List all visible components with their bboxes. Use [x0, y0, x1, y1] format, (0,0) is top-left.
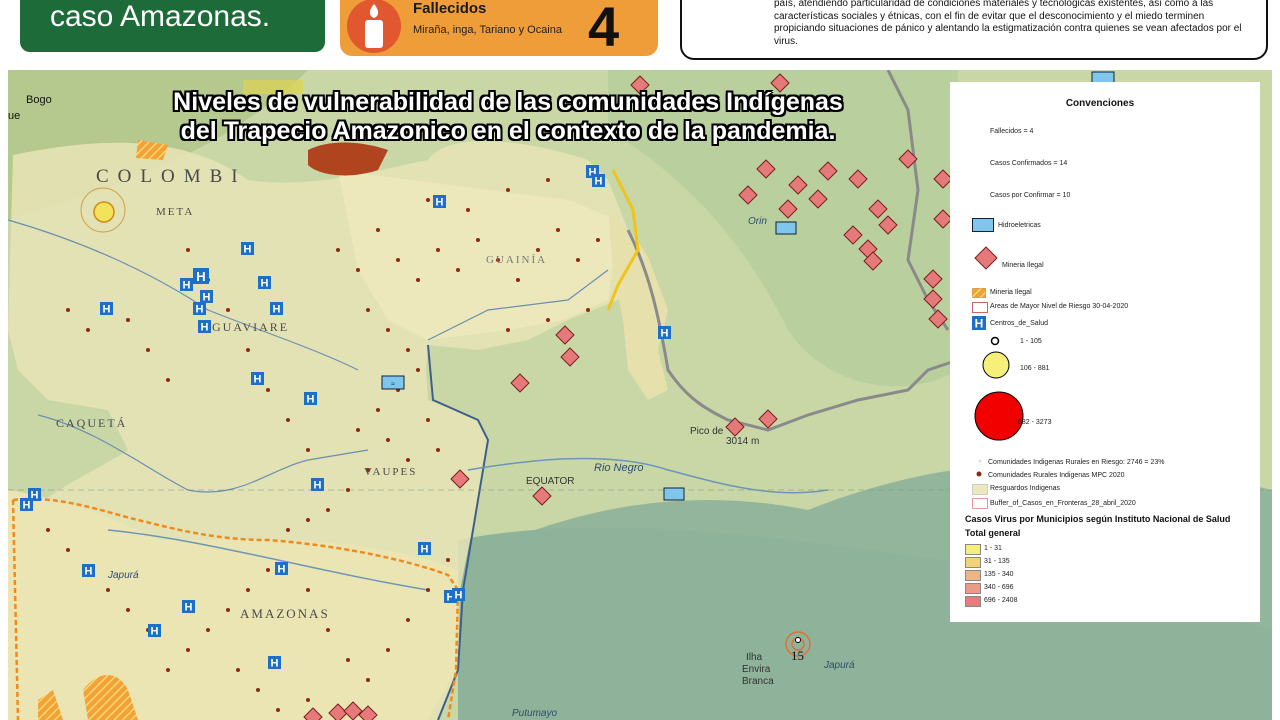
label-edge: ue	[8, 110, 21, 122]
label-guainia: GUAINÍA	[486, 254, 548, 266]
svg-text:H: H	[421, 544, 429, 556]
svg-text:H: H	[23, 500, 31, 512]
legend-mining-diamond: Mineria Ilegal	[1002, 262, 1044, 269]
legend-risk-areas: Areas de Mayor Nivel de Riesgo 30-04-202…	[990, 303, 1129, 310]
legend-class-2: 106 - 881	[1020, 365, 1050, 372]
deaths-groups: Miraña, inga, Tariano y Ocaina	[413, 24, 562, 36]
legend-class-swatch	[965, 557, 981, 568]
svg-text:H: H	[271, 658, 279, 670]
title-banner: caso Amazonas.	[20, 0, 325, 52]
label-meta: META	[156, 206, 195, 218]
svg-text:H: H	[103, 304, 111, 316]
legend-resguardos-swatch	[972, 484, 988, 495]
legend-mining-icon	[974, 246, 998, 270]
label-putumayo: Putumayo	[512, 708, 558, 719]
svg-text:H: H	[85, 566, 93, 578]
svg-text:H: H	[307, 394, 315, 406]
legend-deaths: Fallecidos = 4	[990, 128, 1034, 135]
legend-circle-medium	[982, 351, 1010, 379]
legend-title: Convenciones	[1065, 98, 1135, 109]
svg-text:H: H	[314, 480, 322, 492]
svg-text:H: H	[273, 304, 281, 316]
legend-health: Centros_de_Salud	[990, 320, 1048, 327]
legend-circle-small	[990, 336, 1000, 346]
map-legend: Convenciones Fallecidos = 4 Casos Confir…	[950, 82, 1260, 622]
deaths-count: 4	[588, 0, 620, 58]
marker-15-label: 15	[791, 648, 804, 663]
legend-mining-area: Mineria Ilegal	[990, 289, 1032, 296]
legend-risk-dot	[978, 459, 982, 463]
label-vaupes: VAUPES	[364, 466, 418, 478]
label-japura-west: Japurá	[108, 570, 139, 581]
svg-text:H: H	[196, 304, 204, 316]
legend-class-3: 882 - 3273	[1018, 419, 1052, 426]
svg-text:H: H	[975, 317, 984, 331]
label-pico-alt: 3014 m	[726, 436, 760, 447]
label-equator: EQUATOR	[526, 476, 575, 487]
legend-buffer: Buffer_of_Casos_en_Fronteras_28_abril_20…	[990, 500, 1136, 507]
legend-class-label: 1 - 31	[984, 545, 1002, 552]
label-caqueta: CAQUETÁ	[56, 416, 128, 430]
note-text: país, atendiendo particularidad de condi…	[774, 0, 1242, 47]
legend-circle-large	[974, 391, 1024, 441]
legend-class-label: 135 - 340	[984, 571, 1014, 578]
svg-text:H: H	[455, 590, 463, 602]
label-rio-negro: Rio Negro	[594, 462, 644, 474]
svg-text:H: H	[661, 328, 669, 340]
legend-mpc-dot	[976, 471, 982, 477]
svg-text:H: H	[203, 292, 211, 304]
legend-cases-heading: Casos Virus por Municipios según Institu…	[965, 514, 1231, 524]
svg-text:H: H	[261, 278, 269, 290]
legend-class-label: 31 - 135	[984, 558, 1010, 565]
header: caso Amazonas. Fallecidos Miraña, inga, …	[0, 0, 1280, 68]
label-pico: Pico de	[690, 426, 724, 437]
banner-title: caso Amazonas.	[50, 0, 271, 33]
candle-icon	[347, 0, 401, 53]
svg-text:H: H	[595, 176, 603, 188]
legend-class-1: 1 - 105	[1020, 338, 1042, 345]
legend-class-swatch	[965, 570, 981, 581]
label-bogota: Bogo	[26, 94, 52, 106]
legend-class-swatch	[965, 596, 981, 607]
legend-confirmed: Casos Confirmados = 14	[990, 160, 1068, 167]
legend-health-icon: H	[972, 316, 986, 330]
legend-risk-swatch	[972, 302, 988, 313]
legend-hydro: Hidroeletricas	[998, 222, 1041, 229]
legend-buffer-swatch	[972, 498, 988, 509]
label-guaviare: GUAVIARE	[212, 320, 290, 334]
label-colombia: COLOMBI	[96, 166, 247, 187]
legend-class-swatch	[965, 544, 981, 555]
label-ilha-1: Ilha	[746, 652, 763, 663]
label-amazonas: AMAZONAS	[240, 606, 330, 621]
svg-text:H: H	[278, 564, 286, 576]
svg-text:H: H	[244, 244, 252, 256]
label-japura: Japurá	[824, 660, 855, 671]
label-orinoco: Orin	[748, 216, 767, 227]
svg-text:H: H	[196, 269, 205, 284]
svg-text:H: H	[436, 197, 444, 209]
label-ilha-2: Envira	[742, 664, 771, 675]
map-title: Niveles de vulnerabilidad de las comunid…	[173, 88, 843, 145]
svg-text:H: H	[151, 626, 159, 638]
legend-mining-hatch	[972, 288, 986, 298]
legend-class-swatch	[965, 583, 981, 594]
legend-class-label: 340 - 696	[984, 584, 1014, 591]
svg-text:≈: ≈	[391, 381, 395, 388]
legend-class-label: 696 - 2408	[984, 597, 1018, 604]
svg-text:H: H	[254, 374, 262, 386]
vulnerability-map: H H H H H H H H H H H H H H H H H H H H …	[8, 70, 1272, 720]
label-ilha-3: Branca	[742, 676, 774, 687]
svg-text:H: H	[183, 280, 191, 292]
legend-risk-communities: Comunidades Indigenas Rurales en Riesgo:…	[988, 459, 1165, 466]
legend-hydro-icon	[972, 218, 994, 232]
legend-mpc: Comunidades Rurales Indigenas MPC 2020	[988, 472, 1125, 479]
note-box: país, atendiendo particularidad de condi…	[680, 0, 1268, 60]
legend-pending: Casos por Confirmar = 10	[990, 192, 1071, 199]
svg-text:H: H	[185, 602, 193, 614]
legend-resguardos: Resguardos Indigenas	[990, 485, 1061, 492]
svg-text:H: H	[201, 322, 209, 334]
deaths-label: Fallecidos	[413, 0, 487, 17]
legend-total-heading: Total general	[965, 528, 1021, 538]
